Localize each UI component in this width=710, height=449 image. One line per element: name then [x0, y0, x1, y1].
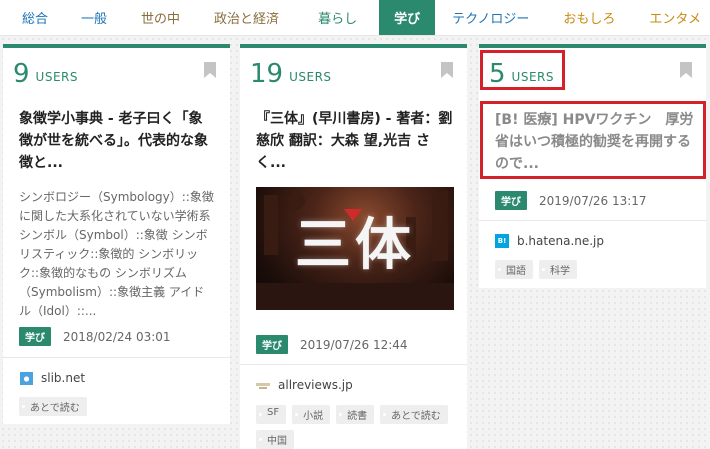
category-badge[interactable]: 学び [495, 191, 527, 210]
nav-tab-sougou[interactable]: 総合 [0, 0, 64, 35]
hatena-favicon-icon: B! [495, 234, 509, 248]
site-favicon-icon [19, 371, 33, 385]
tag[interactable]: 小説 [292, 405, 331, 424]
category-badge[interactable]: 学び [19, 327, 51, 346]
entry-source[interactable]: allreviews.jp [256, 378, 353, 392]
tag-list: 国語 科学 [495, 260, 696, 279]
entry-date: 2019/07/26 12:44 [300, 337, 408, 352]
tag[interactable]: 科学 [539, 260, 577, 279]
category-badge[interactable]: 学び [256, 335, 288, 354]
highlight-box-title [480, 101, 706, 179]
nav-tab-technology[interactable]: テクノロジー [435, 0, 546, 35]
entry-domain: slib.net [41, 371, 86, 385]
tag-list: SF 小説 読書 あとで読む 中国 [256, 405, 457, 449]
users-label: USERS [289, 70, 332, 84]
nav-tab-kurashi[interactable]: 暮らし [296, 0, 379, 35]
bookmark-count[interactable]: 9 USERS [13, 56, 78, 88]
entry-source[interactable]: B! b.hatena.ne.jp [495, 234, 604, 248]
bookmark-count[interactable]: 19 USERS [250, 56, 332, 88]
site-favicon-icon [256, 378, 270, 392]
nav-tab-seiji-keizai[interactable]: 政治と経済 [197, 0, 296, 35]
tag[interactable]: あとで読む [19, 397, 87, 416]
entry-source[interactable]: slib.net [19, 371, 85, 385]
category-nav: 総合 一般 世の中 政治と経済 暮らし 学び テクノロジー おもしろ エンタメ … [0, 0, 710, 36]
nav-tab-yononaka[interactable]: 世の中 [124, 0, 197, 35]
divider [3, 357, 230, 358]
nav-tab-entame[interactable]: エンタメ [632, 0, 710, 35]
entry-meta: 学び 2018/02/24 03:01 [19, 327, 171, 346]
entry-domain: b.hatena.ne.jp [517, 234, 605, 248]
tag-list: あとで読む [19, 397, 220, 416]
tag[interactable]: SF [256, 405, 287, 424]
bookmark-icon[interactable] [204, 62, 216, 78]
entry-card: 9 USERS 象徴学小事典 - 老子曰く「象徴が世を統べる」。代表的な象徴と.… [3, 44, 230, 424]
entry-title[interactable]: 象徴学小事典 - 老子曰く「象徴が世を統べる」。代表的な象徴と... [19, 108, 216, 174]
divider [240, 364, 467, 365]
tag[interactable]: あとで読む [380, 405, 448, 424]
entry-date: 2018/02/24 03:01 [63, 329, 171, 344]
tag[interactable]: 中国 [256, 430, 294, 449]
entry-date: 2019/07/26 13:17 [539, 193, 647, 208]
nav-tab-ippan[interactable]: 一般 [64, 0, 124, 35]
entry-card: 19 USERS 『三体』(早川書房) - 著者：劉 慈欣 翻訳：大森 望,光吉… [240, 44, 467, 449]
nav-tab-manabi[interactable]: 学び [379, 0, 436, 35]
nav-tab-omoshiro[interactable]: おもしろ [546, 0, 632, 35]
tag[interactable]: 国語 [495, 260, 533, 279]
entry-meta: 学び 2019/07/26 12:44 [256, 335, 408, 354]
bookmark-count-number: 9 [13, 59, 30, 89]
entry-title[interactable]: 『三体』(早川書房) - 著者：劉 慈欣 翻訳：大森 望,光吉 さく... [256, 108, 453, 174]
entry-thumbnail[interactable]: 三体 [256, 187, 454, 310]
bookmark-icon[interactable] [680, 62, 692, 78]
divider [479, 220, 706, 221]
tag[interactable]: 読書 [336, 405, 375, 424]
bookmark-icon[interactable] [441, 62, 453, 78]
bookmark-count-number: 19 [250, 59, 284, 89]
entry-meta: 学び 2019/07/26 13:17 [495, 191, 647, 210]
highlight-box-count [480, 50, 565, 90]
favicon-text: B! [495, 234, 509, 248]
entry-domain: allreviews.jp [278, 378, 353, 392]
thumbnail-title-text: 三体 [295, 212, 415, 278]
entry-description: シンボロジー（Symbology）::象徴に関した大系化されていない学術系シンボ… [19, 190, 214, 318]
users-label: USERS [35, 70, 78, 84]
